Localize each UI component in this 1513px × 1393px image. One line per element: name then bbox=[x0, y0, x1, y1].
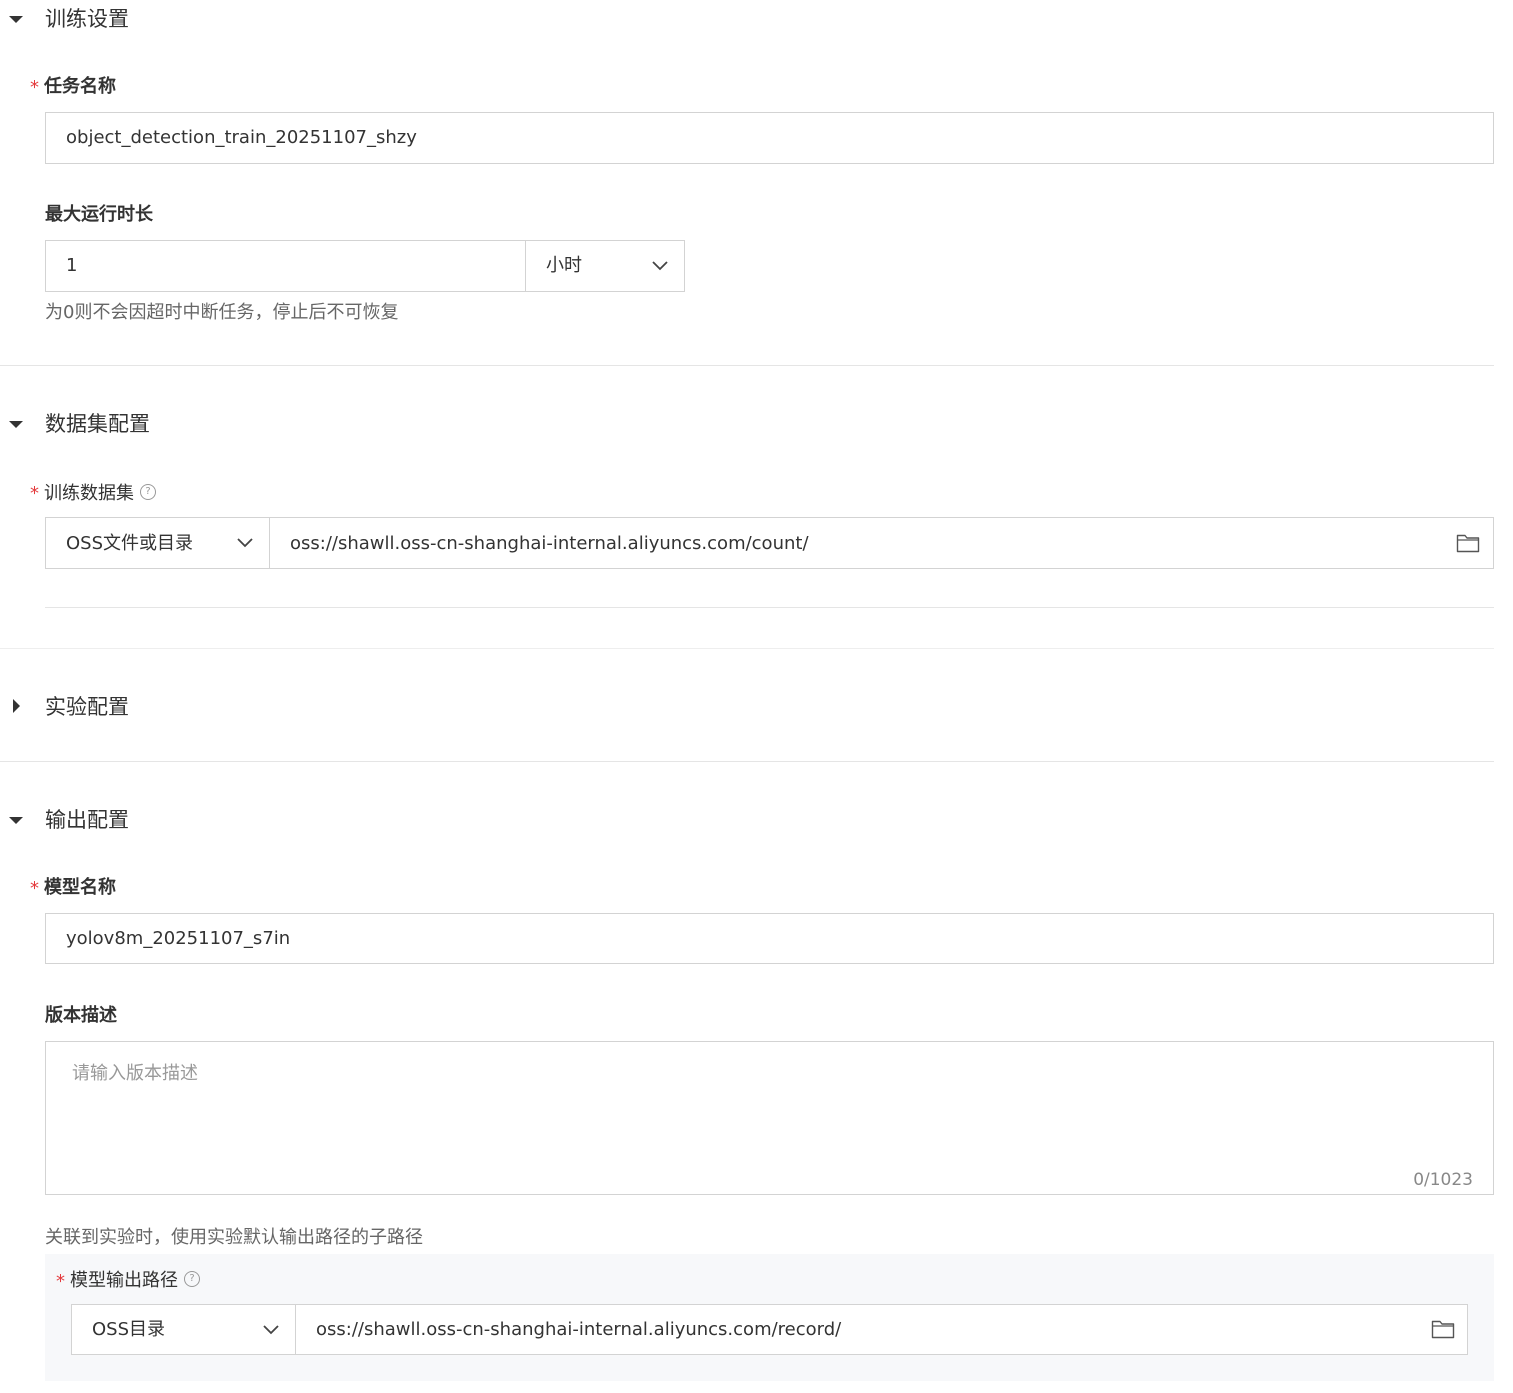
expand-caret-icon[interactable] bbox=[13, 699, 20, 713]
task-name-input[interactable]: object_detection_train_20251107_shzy bbox=[45, 112, 1494, 164]
collapse-caret-icon[interactable] bbox=[9, 421, 23, 428]
runtime-unit-value: 小时 bbox=[546, 255, 582, 276]
model-name-value: yolov8m_20251107_s7in bbox=[66, 928, 291, 949]
model-name-input[interactable]: yolov8m_20251107_s7in bbox=[45, 913, 1494, 964]
folder-icon[interactable] bbox=[1431, 1319, 1455, 1339]
collapse-caret-icon[interactable] bbox=[9, 16, 23, 23]
model-name-label: 模型名称 bbox=[44, 877, 116, 898]
section-divider bbox=[0, 365, 1494, 366]
section-title-dataset[interactable]: 数据集配置 bbox=[45, 410, 150, 438]
train-dataset-label-text: 训练数据集 bbox=[44, 483, 134, 504]
dataset-source-select[interactable]: OSS文件或目录 bbox=[45, 517, 270, 569]
folder-icon[interactable] bbox=[1456, 533, 1480, 553]
collapse-caret-icon[interactable] bbox=[9, 817, 23, 824]
train-dataset-label: 训练数据集? bbox=[44, 482, 156, 506]
version-desc-placeholder: 请输入版本描述 bbox=[72, 1063, 198, 1084]
section-divider bbox=[0, 648, 1494, 649]
output-path-label: 模型输出路径? bbox=[70, 1269, 200, 1293]
dataset-path-input[interactable]: oss://shawll.oss-cn-shanghai-internal.al… bbox=[269, 517, 1494, 569]
required-mark: * bbox=[30, 878, 39, 899]
version-desc-label: 版本描述 bbox=[45, 1005, 117, 1026]
required-mark: * bbox=[30, 77, 39, 98]
required-mark: * bbox=[30, 483, 39, 504]
task-name-label: 任务名称 bbox=[44, 76, 116, 97]
version-desc-textarea[interactable]: 请输入版本描述 0/1023 bbox=[45, 1041, 1494, 1195]
runtime-unit-select[interactable]: 小时 bbox=[525, 240, 685, 292]
section-title-training[interactable]: 训练设置 bbox=[45, 5, 129, 33]
max-runtime-label: 最大运行时长 bbox=[45, 204, 153, 225]
output-path-value: oss://shawll.oss-cn-shanghai-internal.al… bbox=[316, 1319, 842, 1340]
dataset-path-value: oss://shawll.oss-cn-shanghai-internal.al… bbox=[290, 533, 809, 554]
required-mark: * bbox=[56, 1271, 65, 1292]
dataset-source-value: OSS文件或目录 bbox=[66, 533, 194, 554]
chevron-down-icon bbox=[237, 538, 253, 548]
task-name-value: object_detection_train_20251107_shzy bbox=[66, 127, 417, 148]
help-icon[interactable]: ? bbox=[184, 1271, 200, 1287]
output-source-select[interactable]: OSS目录 bbox=[71, 1304, 296, 1355]
max-runtime-value: 1 bbox=[66, 255, 78, 276]
section-title-output[interactable]: 输出配置 bbox=[45, 806, 129, 834]
output-source-value: OSS目录 bbox=[92, 1319, 166, 1340]
max-runtime-hint: 为0则不会因超时中断任务，停止后不可恢复 bbox=[45, 302, 399, 323]
inner-divider bbox=[45, 607, 1494, 608]
output-path-label-text: 模型输出路径 bbox=[70, 1270, 178, 1291]
experiment-output-hint: 关联到实验时，使用实验默认输出路径的子路径 bbox=[45, 1227, 423, 1248]
section-title-experiment[interactable]: 实验配置 bbox=[45, 693, 129, 721]
output-path-input[interactable]: oss://shawll.oss-cn-shanghai-internal.al… bbox=[295, 1304, 1468, 1355]
char-counter: 0/1023 bbox=[1413, 1170, 1473, 1190]
section-divider bbox=[0, 761, 1494, 762]
chevron-down-icon bbox=[652, 261, 668, 271]
max-runtime-input[interactable]: 1 bbox=[45, 240, 526, 292]
chevron-down-icon bbox=[263, 1325, 279, 1335]
help-icon[interactable]: ? bbox=[140, 484, 156, 500]
